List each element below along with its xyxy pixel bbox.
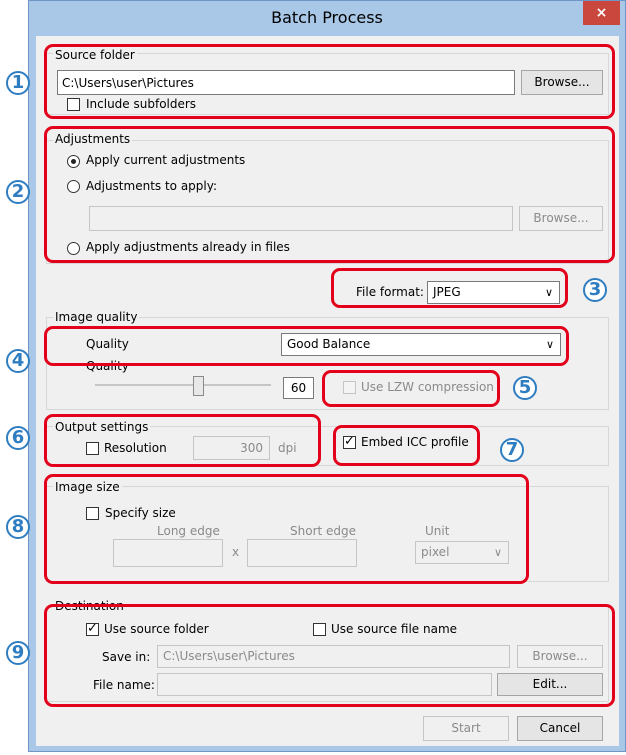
- callout-lzw: [322, 370, 500, 407]
- callout-badge-9: 9: [6, 641, 30, 665]
- quality-slider-thumb[interactable]: [193, 376, 204, 396]
- start-button[interactable]: Start: [423, 716, 509, 741]
- callout-badge-5: 5: [513, 376, 537, 400]
- quality-slider-track[interactable]: [95, 384, 271, 386]
- cancel-button[interactable]: Cancel: [517, 716, 603, 741]
- callout-badge-4: 4: [6, 349, 30, 373]
- callout-badge-1: 1: [6, 71, 30, 95]
- callout-adjustments: [44, 126, 615, 263]
- image-quality-label: Image quality: [53, 310, 140, 324]
- callout-file-format: [331, 268, 568, 308]
- callout-output: [44, 414, 321, 467]
- callout-badge-2: 2: [6, 180, 30, 204]
- quality-value-field[interactable]: 60: [283, 377, 314, 399]
- callout-quality: [44, 326, 569, 366]
- callout-badge-6: 6: [6, 426, 30, 450]
- dialog-title: Batch Process: [271, 8, 383, 27]
- callout-badge-8: 8: [6, 515, 30, 539]
- callout-icc: [333, 425, 480, 466]
- close-button[interactable]: ×: [583, 1, 620, 25]
- callout-source-folder: [44, 44, 615, 119]
- callout-badge-7: 7: [500, 438, 524, 462]
- callout-image-size: [44, 474, 529, 584]
- callout-destination: [44, 604, 615, 707]
- callout-badge-3: 3: [583, 278, 607, 302]
